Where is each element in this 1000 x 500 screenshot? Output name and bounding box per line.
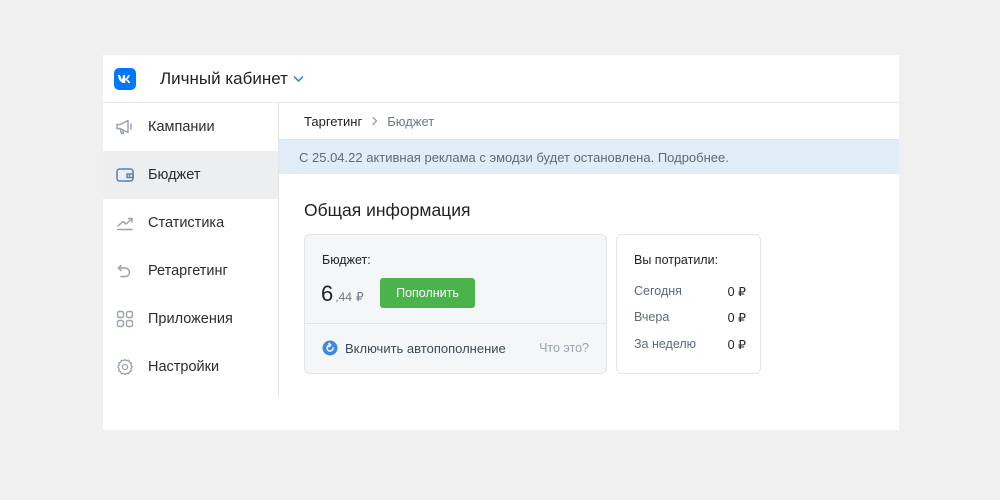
sidebar-item-label: Кампании <box>148 119 215 135</box>
budget-currency: ₽ <box>355 290 364 304</box>
chart-line-icon <box>115 213 135 233</box>
sidebar-item-label: Настройки <box>148 359 220 375</box>
spent-card: Вы потратили: Сегодня 0 ₽ Вчера 0 ₽ За н… <box>616 234 761 374</box>
sidebar-item-settings[interactable]: Настройки <box>103 343 278 391</box>
top-bar: Личный кабинет <box>103 55 899 103</box>
spent-row-value: 0 ₽ <box>727 311 746 325</box>
spent-row-value: 0 ₽ <box>727 338 746 352</box>
enable-autofill-button[interactable]: Включить автопополнение <box>322 340 506 356</box>
gear-icon <box>115 357 135 377</box>
budget-label: Бюджет: <box>322 253 371 267</box>
topup-button[interactable]: Пополнить <box>380 278 475 308</box>
spent-row-label: Сегодня <box>634 284 682 298</box>
wallet-icon <box>115 165 135 185</box>
main-content: Таргетинг Бюджет С 25.04.22 активная рек… <box>279 103 899 429</box>
notice-text: С 25.04.22 активная реклама с эмодзи буд… <box>299 149 655 165</box>
budget-amount-decimal: ,44 <box>335 290 352 304</box>
autofill-label: Включить автопополнение <box>345 340 506 356</box>
spent-row-label: За неделю <box>634 337 697 351</box>
chevron-right-icon <box>372 116 378 126</box>
budget-amount-integer: 6 <box>321 281 334 306</box>
sidebar: Кампании Бюджет Статистика Ретаргетинг П… <box>103 103 279 397</box>
budget-amount: 6 ,44 ₽ <box>321 281 364 307</box>
section-title: Общая информация <box>304 200 471 220</box>
spent-title: Вы потратили: <box>634 253 719 267</box>
breadcrumb-targeting-link[interactable]: Таргетинг <box>304 114 362 129</box>
vk-logo-icon[interactable] <box>114 67 136 90</box>
sidebar-item-statistics[interactable]: Статистика <box>103 199 278 247</box>
cabinet-title: Личный кабинет <box>160 68 288 88</box>
app-window: Личный кабинет Кампании Бюджет Статистик… <box>103 55 899 430</box>
cabinet-selector[interactable]: Личный кабинет <box>160 69 304 89</box>
budget-card: Бюджет: 6 ,44 ₽ Пополнить Включить автоп… <box>304 234 607 374</box>
spent-row-yesterday: Вчера 0 ₽ <box>634 310 746 325</box>
what-is-it-link[interactable]: Что это? <box>539 341 589 355</box>
undo-arrow-icon <box>115 261 135 281</box>
emoji-notice-banner: С 25.04.22 активная реклама с эмодзи буд… <box>279 140 899 174</box>
spent-row-label: Вчера <box>634 310 670 324</box>
notice-more-link[interactable]: Подробнее. <box>658 150 729 165</box>
apps-grid-icon <box>115 309 135 329</box>
megaphone-icon <box>115 117 135 137</box>
breadcrumb-current: Бюджет <box>387 113 435 129</box>
spent-row-value: 0 ₽ <box>727 285 746 299</box>
sidebar-item-label: Ретаргетинг <box>148 263 228 279</box>
sidebar-item-label: Бюджет <box>148 167 201 183</box>
breadcrumb: Таргетинг Бюджет <box>279 103 899 140</box>
sidebar-item-label: Приложения <box>148 311 233 327</box>
sidebar-item-budget[interactable]: Бюджет <box>103 151 278 199</box>
sidebar-item-retargeting[interactable]: Ретаргетинг <box>103 247 278 295</box>
card-divider <box>305 323 606 324</box>
chevron-down-icon <box>293 75 304 83</box>
autofill-refresh-icon <box>322 340 338 356</box>
sidebar-item-apps[interactable]: Приложения <box>103 295 278 343</box>
sidebar-item-label: Статистика <box>148 215 225 231</box>
spent-row-week: За неделю 0 ₽ <box>634 337 746 352</box>
spent-row-today: Сегодня 0 ₽ <box>634 284 746 299</box>
sidebar-item-campaigns[interactable]: Кампании <box>103 103 278 151</box>
